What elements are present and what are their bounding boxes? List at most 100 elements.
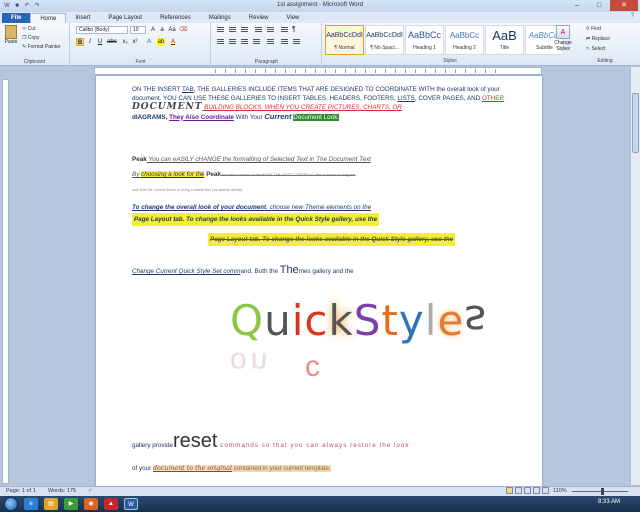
pdf-icon[interactable]: ▲	[104, 498, 118, 510]
text-run: You can eASILY cHANGE the formatting of …	[146, 156, 371, 163]
underline-button[interactable]: U	[96, 38, 104, 46]
tab-insert[interactable]: Insert	[66, 13, 99, 23]
tab-home[interactable]: Home	[30, 13, 67, 23]
word-count[interactable]: Words: 175	[48, 488, 76, 494]
maximize-button[interactable]: □	[588, 0, 610, 11]
format-painter-button[interactable]: ✎ Format Painter	[22, 44, 61, 50]
draft-icon[interactable]	[542, 487, 549, 494]
style-heading-1[interactable]: AaBbCc Heading 1	[405, 25, 444, 55]
text-run: Document Look.	[293, 113, 340, 121]
sort-icon[interactable]	[280, 26, 289, 34]
style-no-spacing[interactable]: AaBbCcDdI ¶ No Spaci...	[365, 25, 404, 55]
paragraph-3-line-2: Page Layout tab. To change the looks ava…	[132, 213, 380, 226]
clear-formatting-icon[interactable]: ⌫	[179, 26, 187, 34]
paragraph-4: Change Current Quick Style Set command. …	[132, 264, 354, 276]
replace-button[interactable]: ⇄ Replace	[586, 36, 610, 42]
tab-references[interactable]: References	[151, 13, 200, 23]
scrollbar-thumb[interactable]	[632, 93, 639, 153]
style-title[interactable]: AaB Title	[485, 25, 524, 55]
word-taskbar-icon[interactable]: W	[124, 498, 138, 510]
media-player-icon[interactable]: ▶	[64, 498, 78, 510]
help-icon[interactable]: ?	[631, 13, 634, 19]
strikethrough-button[interactable]: abc	[107, 38, 117, 46]
paragraph-group-label: Paragraph	[254, 59, 279, 65]
style-heading-2[interactable]: AaBbCc Heading 2	[445, 25, 484, 55]
close-button[interactable]: ✕	[610, 0, 638, 11]
vertical-ruler[interactable]	[2, 79, 9, 484]
copy-label: Copy	[27, 35, 40, 41]
numbering-icon[interactable]	[228, 26, 237, 34]
wordart-letter: Q	[230, 296, 265, 345]
cut-button[interactable]: ✂ Cut	[22, 26, 35, 32]
start-button[interactable]	[4, 497, 18, 511]
text-run: document to the original	[153, 465, 233, 472]
tab-page-layout[interactable]: Page Layout	[99, 13, 151, 23]
align-left-icon[interactable]	[216, 38, 225, 46]
shrink-font-button[interactable]: a	[158, 26, 166, 34]
text-run: Page Layout tab. To change the looks ava…	[208, 233, 456, 246]
print-layout-icon[interactable]	[506, 487, 513, 494]
increase-indent-icon[interactable]	[266, 26, 275, 34]
superscript-button[interactable]: x²	[131, 38, 139, 46]
explorer-icon[interactable]: ▤	[44, 498, 58, 510]
multilevel-list-icon[interactable]	[240, 26, 249, 34]
proofing-icon[interactable]: ✓	[88, 488, 93, 494]
font-size-select[interactable]: 10	[130, 26, 146, 34]
font-name-select[interactable]: Calibri (Body)	[76, 26, 128, 34]
wordart-letter: k	[328, 296, 354, 345]
borders-icon[interactable]	[292, 38, 301, 46]
font-color-icon[interactable]: A	[169, 38, 177, 46]
select-button[interactable]: ↖ Select	[586, 46, 606, 52]
wordart-reflection: on	[230, 346, 272, 379]
outline-icon[interactable]	[533, 487, 540, 494]
change-styles-button[interactable]: A Change Styles	[551, 25, 575, 52]
change-case-button[interactable]: Aa	[168, 26, 176, 34]
cursor-icon: ↖	[586, 46, 591, 52]
shading-icon[interactable]	[280, 38, 289, 46]
text-run: choosing a look for the	[141, 171, 205, 178]
page-count[interactable]: Page: 1 of 1	[6, 488, 36, 494]
text-run: The	[279, 264, 299, 276]
editing-group-label: Editing	[597, 58, 613, 64]
show-marks-icon[interactable]: ¶	[292, 26, 301, 34]
vertical-scrollbar[interactable]	[630, 67, 640, 485]
zoom-slider[interactable]	[572, 491, 628, 492]
document-page[interactable]	[96, 76, 542, 486]
text-run: They Also Coordinate	[169, 113, 234, 121]
paste-button[interactable]: Paste	[4, 25, 18, 47]
justify-icon[interactable]	[252, 38, 261, 46]
tab-view[interactable]: View	[277, 13, 308, 23]
clock[interactable]: 8:33 AM	[598, 499, 620, 505]
italic-button[interactable]: I	[86, 38, 94, 46]
web-layout-icon[interactable]	[524, 487, 531, 494]
bold-button[interactable]: B	[76, 38, 84, 46]
grow-font-button[interactable]: A	[149, 26, 157, 34]
style-name: Heading 1	[413, 45, 436, 51]
zoom-slider-thumb[interactable]	[601, 488, 604, 495]
find-button[interactable]: ⚲ Find	[586, 26, 601, 32]
line-spacing-icon[interactable]	[266, 38, 275, 46]
wordart-reflection-c: c	[305, 350, 320, 383]
text-effects-icon[interactable]: A	[145, 38, 153, 46]
minimize-button[interactable]: –	[566, 0, 588, 11]
zoom-level[interactable]: 110%	[553, 488, 567, 494]
style-normal[interactable]: AaBbCcDdI ¶ Normal	[325, 25, 364, 55]
align-center-icon[interactable]	[228, 38, 237, 46]
horizontal-ruler[interactable]	[94, 67, 542, 75]
decrease-indent-icon[interactable]	[254, 26, 263, 34]
align-right-icon[interactable]	[240, 38, 249, 46]
text-run: TAB	[181, 86, 194, 93]
ie-icon[interactable]: e	[24, 498, 38, 510]
firefox-icon[interactable]: ◉	[84, 498, 98, 510]
text-run: dIAGRAMS,	[132, 113, 170, 121]
tab-file[interactable]: File	[2, 13, 31, 23]
paragraph-2-line-3: look from the current theme or using a f…	[132, 188, 243, 192]
tab-review[interactable]: Review	[240, 13, 278, 23]
subscript-button[interactable]: x₂	[121, 38, 129, 46]
highlight-icon[interactable]: ab	[157, 38, 165, 46]
title-bar: W ■ ↶ ↷ 1st assignment - Microsoft Word …	[0, 0, 640, 12]
full-screen-icon[interactable]	[515, 487, 522, 494]
copy-button[interactable]: ❐ Copy	[22, 35, 40, 41]
bullets-icon[interactable]	[216, 26, 225, 34]
tab-mailings[interactable]: Mailings	[200, 13, 240, 23]
